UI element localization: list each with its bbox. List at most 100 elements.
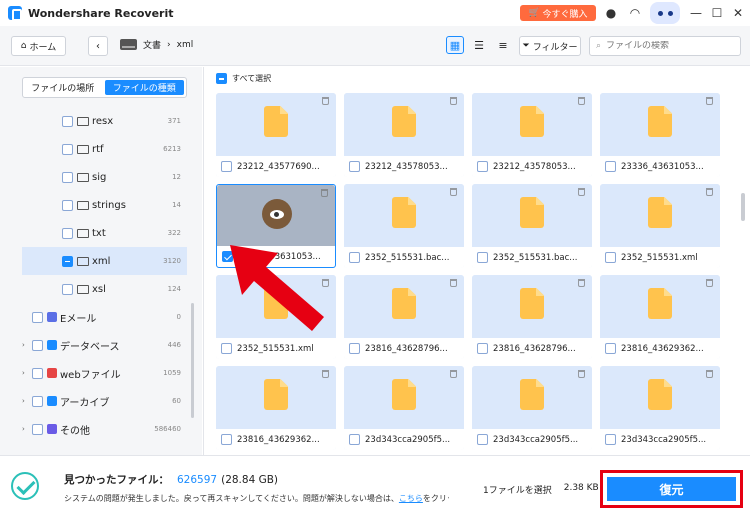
- file-card[interactable]: 23816_43629362...: [600, 275, 720, 359]
- file-icon: [520, 379, 544, 410]
- tree-item-rtf[interactable]: rtf 6213: [22, 135, 187, 163]
- recover-button[interactable]: 復元: [607, 477, 736, 501]
- file-thumbnail[interactable]: [600, 93, 720, 156]
- file-card[interactable]: 23d343cca2905f5...: [344, 366, 464, 450]
- detail-view-icon[interactable]: ☰: [470, 36, 488, 54]
- file-checkbox[interactable]: [221, 161, 232, 172]
- breadcrumb-documents[interactable]: 文書: [143, 38, 161, 51]
- breadcrumb-xml[interactable]: xml: [177, 40, 194, 50]
- tree-item-xsl[interactable]: xsl 124: [22, 275, 187, 303]
- checkbox[interactable]: [62, 255, 73, 267]
- back-button[interactable]: ‹: [88, 36, 108, 56]
- file-thumbnail[interactable]: [344, 366, 464, 429]
- minimize-icon[interactable]: —: [688, 5, 704, 21]
- file-card[interactable]: 2352_515531.bac...: [344, 184, 464, 268]
- account-icon[interactable]: ●: [603, 5, 619, 21]
- tree-item-other[interactable]: › その他 586460: [22, 415, 187, 443]
- file-thumbnail[interactable]: [344, 275, 464, 338]
- filter-button[interactable]: ⏷ フィルター: [519, 36, 581, 56]
- tab-file-type[interactable]: ファイルの種類: [104, 80, 184, 95]
- file-card[interactable]: 23d343cca2905f5...: [600, 366, 720, 450]
- home-button[interactable]: ⌂ ホーム: [11, 36, 66, 56]
- file-checkbox[interactable]: [605, 252, 616, 263]
- checkbox[interactable]: [62, 199, 73, 211]
- checkbox[interactable]: [32, 423, 43, 435]
- tree-item-txt[interactable]: txt 322: [22, 219, 187, 247]
- help-link[interactable]: こちら: [399, 494, 423, 503]
- file-checkbox[interactable]: [477, 343, 488, 354]
- tree-item-database[interactable]: › データベース 446: [22, 331, 187, 359]
- maximize-icon[interactable]: ☐: [709, 5, 725, 21]
- file-checkbox[interactable]: [477, 434, 488, 445]
- selected-size: 2.38 KB: [563, 483, 599, 493]
- file-card[interactable]: 2352_515531.bac...: [472, 184, 592, 268]
- file-thumbnail[interactable]: [216, 366, 336, 429]
- list-view-icon[interactable]: ≡: [494, 36, 512, 54]
- checkbox[interactable]: [62, 143, 73, 155]
- checkbox[interactable]: [62, 283, 73, 295]
- assistant-robot-icon[interactable]: [650, 2, 680, 24]
- file-card[interactable]: 23816_43628796...: [472, 275, 592, 359]
- preview-eye-icon[interactable]: [262, 199, 292, 229]
- tree-item-web[interactable]: › webファイル 1059: [22, 359, 187, 387]
- file-checkbox[interactable]: [477, 252, 488, 263]
- file-card[interactable]: 23336_43631053...: [600, 93, 720, 177]
- file-thumbnail[interactable]: [472, 184, 592, 247]
- tree-item-email[interactable]: Eメール 0: [22, 303, 187, 331]
- file-thumbnail[interactable]: [600, 184, 720, 247]
- file-checkbox[interactable]: [349, 343, 360, 354]
- checkbox[interactable]: [32, 339, 43, 351]
- expand-icon[interactable]: ›: [22, 397, 32, 405]
- buy-now-button[interactable]: 🛒 今すぐ購入: [520, 5, 596, 21]
- file-thumbnail[interactable]: [472, 93, 592, 156]
- file-checkbox[interactable]: [349, 434, 360, 445]
- file-card[interactable]: 23d343cca2905f5...: [472, 366, 592, 450]
- file-checkbox[interactable]: [349, 161, 360, 172]
- tab-file-location[interactable]: ファイルの場所: [23, 78, 103, 97]
- checkbox[interactable]: [62, 227, 73, 239]
- search-input[interactable]: [606, 41, 727, 51]
- expand-icon[interactable]: ›: [22, 369, 32, 377]
- file-thumbnail[interactable]: [217, 185, 335, 248]
- file-card[interactable]: 23816_43628796...: [344, 275, 464, 359]
- content-scrollbar[interactable]: [741, 193, 745, 221]
- file-card[interactable]: 23212_43578053...: [472, 93, 592, 177]
- file-checkbox[interactable]: [605, 343, 616, 354]
- tree-item-archive[interactable]: › アーカイブ 60: [22, 387, 187, 415]
- select-all[interactable]: すべて選択: [216, 73, 271, 84]
- grid-view-icon[interactable]: ▦: [446, 36, 464, 54]
- file-thumbnail[interactable]: [600, 275, 720, 338]
- checkbox[interactable]: [62, 115, 73, 127]
- file-checkbox[interactable]: [605, 434, 616, 445]
- checkbox[interactable]: [62, 171, 73, 183]
- expand-icon[interactable]: ›: [22, 425, 32, 433]
- file-thumbnail[interactable]: [344, 184, 464, 247]
- expand-icon[interactable]: ›: [22, 341, 32, 349]
- checkbox[interactable]: [32, 367, 43, 379]
- file-checkbox[interactable]: [477, 161, 488, 172]
- file-thumbnail[interactable]: [600, 366, 720, 429]
- file-card[interactable]: 23816_43629362...: [216, 366, 336, 450]
- tree-item-xml[interactable]: xml 3120: [22, 247, 187, 275]
- tree-item-strings[interactable]: strings 14: [22, 191, 187, 219]
- sidebar-scrollbar[interactable]: [191, 303, 194, 418]
- file-card[interactable]: 23212_43578053...: [344, 93, 464, 177]
- file-card[interactable]: 2352_515531.xml: [600, 184, 720, 268]
- file-checkbox[interactable]: [605, 161, 616, 172]
- tree-item-sig[interactable]: sig 12: [22, 163, 187, 191]
- checkbox[interactable]: [32, 311, 43, 323]
- headset-icon[interactable]: ◠: [627, 5, 643, 21]
- file-card[interactable]: 23212_43577690...: [216, 93, 336, 177]
- file-thumbnail[interactable]: [472, 275, 592, 338]
- search-box[interactable]: ⌕: [589, 36, 741, 56]
- select-all-checkbox[interactable]: [216, 73, 227, 84]
- file-thumbnail[interactable]: [344, 93, 464, 156]
- file-checkbox[interactable]: [349, 252, 360, 263]
- file-checkbox[interactable]: [221, 343, 232, 354]
- file-thumbnail[interactable]: [216, 93, 336, 156]
- close-icon[interactable]: ✕: [730, 5, 746, 21]
- file-thumbnail[interactable]: [472, 366, 592, 429]
- file-checkbox[interactable]: [221, 434, 232, 445]
- checkbox[interactable]: [32, 395, 43, 407]
- tree-item-resx[interactable]: resx 371: [22, 107, 187, 135]
